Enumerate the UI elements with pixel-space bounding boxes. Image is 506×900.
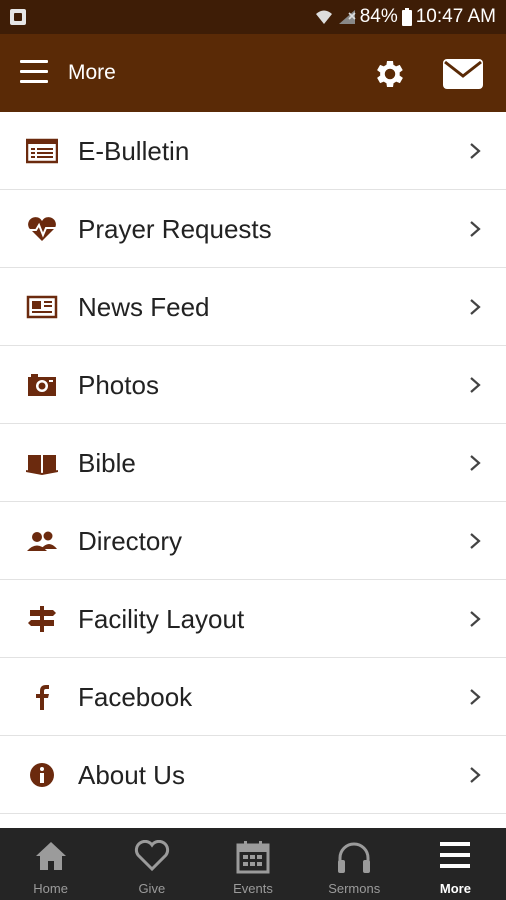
- facebook-icon: [36, 685, 49, 710]
- tab-label: Give: [138, 881, 166, 896]
- menu-line: [20, 80, 48, 83]
- menu-line: [20, 60, 48, 63]
- camera-icon: [28, 374, 56, 396]
- newspaper-icon: [26, 295, 58, 319]
- tab-sermons[interactable]: Sermons: [304, 828, 405, 900]
- menu-item-facility-layout[interactable]: Facility Layout: [0, 580, 506, 658]
- tab-events[interactable]: Events: [202, 828, 303, 900]
- menu-item-label: Facebook: [78, 682, 193, 712]
- signal-icon: [338, 10, 356, 24]
- app-header: More: [0, 34, 506, 112]
- chevron-right-icon: [470, 377, 481, 393]
- menu-item-label: Directory: [78, 526, 183, 556]
- settings-button[interactable]: [372, 56, 408, 92]
- chevron-right-icon: [470, 455, 481, 471]
- menu-item-directory[interactable]: Directory: [0, 502, 506, 580]
- people-icon: [27, 531, 57, 551]
- envelope-icon: [443, 59, 483, 89]
- chevron-right-icon: [470, 611, 481, 627]
- heart-pulse-icon: [28, 217, 56, 241]
- menu-item-label: E-Bulletin: [78, 136, 190, 166]
- tab-label: More: [439, 881, 471, 896]
- chevron-right-icon: [470, 767, 481, 783]
- tab-more[interactable]: More: [405, 828, 506, 900]
- battery-icon: [401, 8, 412, 26]
- tab-label: Sermons: [328, 881, 381, 896]
- chevron-right-icon: [470, 533, 481, 549]
- menu-item-label: Prayer Requests: [78, 214, 272, 244]
- heart-outline-icon: [134, 840, 169, 872]
- tab-give[interactable]: Give: [101, 828, 202, 900]
- chevron-right-icon: [470, 689, 481, 705]
- status-indicators: 84% 10:47 AM: [314, 6, 496, 28]
- headphones-icon: [338, 842, 371, 873]
- menu-item-label: Bible: [78, 448, 136, 478]
- menu-item-facebook[interactable]: Facebook: [0, 658, 506, 736]
- calendar-icon: [236, 841, 270, 874]
- more-menu-list: E-Bulletin Prayer Requests News Feed Pho…: [0, 112, 506, 814]
- home-icon: [35, 842, 66, 870]
- book-icon: [26, 455, 58, 476]
- tab-label: Home: [33, 881, 68, 896]
- menu-item-prayer-requests[interactable]: Prayer Requests: [0, 190, 506, 268]
- tab-home[interactable]: Home: [0, 828, 101, 900]
- menu-item-news-feed[interactable]: News Feed: [0, 268, 506, 346]
- chevron-right-icon: [470, 299, 481, 315]
- hamburger-menu-button[interactable]: [20, 60, 48, 86]
- info-icon: [30, 763, 54, 787]
- menu-item-bible[interactable]: Bible: [0, 424, 506, 502]
- bottom-tab-bar: Home Give Events Sermons More: [0, 828, 506, 900]
- menu-item-e-bulletin[interactable]: E-Bulletin: [0, 112, 506, 190]
- battery-percent: 84%: [359, 6, 398, 27]
- chevron-right-icon: [470, 143, 481, 159]
- tab-label: Events: [233, 881, 273, 896]
- menu-item-photos[interactable]: Photos: [0, 346, 506, 424]
- wifi-icon: [315, 10, 332, 24]
- page-title: More: [68, 61, 116, 84]
- menu-item-label: About Us: [78, 760, 185, 790]
- bulletin-icon: [26, 138, 58, 164]
- status-time: 10:47 AM: [415, 6, 496, 27]
- messages-button[interactable]: [442, 58, 484, 90]
- status-bar: 84% 10:47 AM: [0, 0, 506, 34]
- signpost-icon: [28, 606, 56, 632]
- chevron-right-icon: [470, 221, 481, 237]
- menu-item-label: Photos: [78, 370, 159, 400]
- gear-icon: [377, 60, 403, 88]
- menu-line: [20, 70, 48, 73]
- notification-icon: [10, 9, 26, 25]
- menu-item-about-us[interactable]: About Us: [0, 736, 506, 814]
- more-menu-icon: [440, 842, 471, 868]
- menu-item-label: Facility Layout: [78, 604, 245, 634]
- menu-item-label: News Feed: [78, 292, 210, 322]
